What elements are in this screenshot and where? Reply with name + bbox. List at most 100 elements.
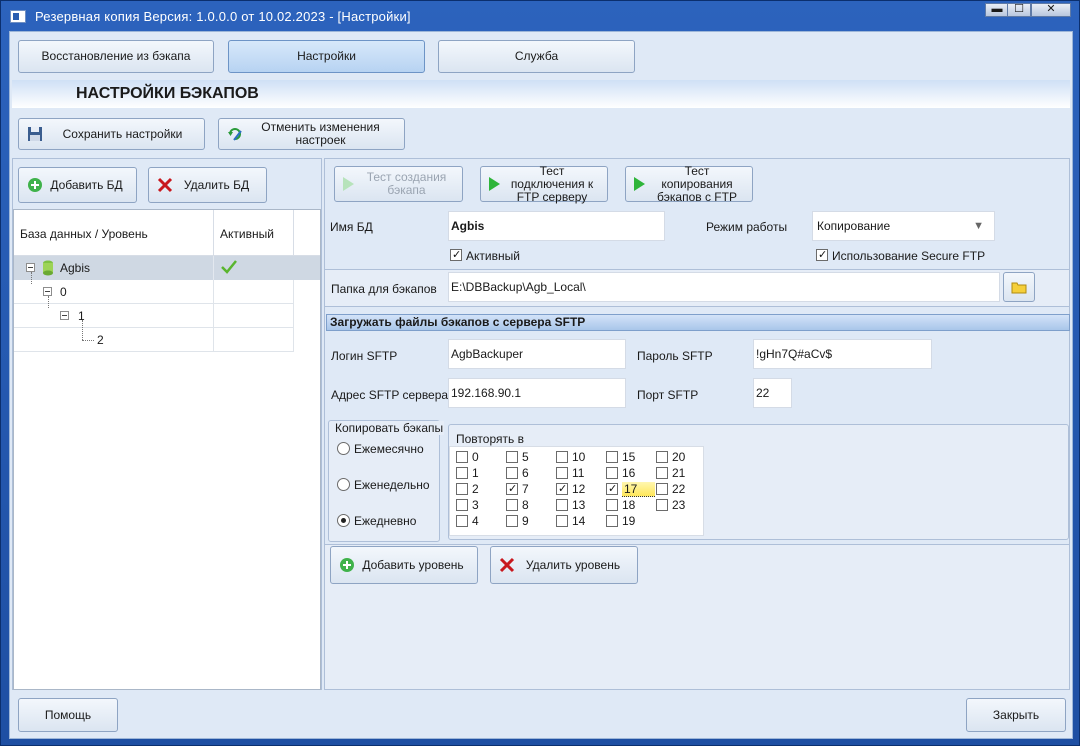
hour-label-0: 0	[472, 450, 479, 464]
hour-checkbox-2[interactable]	[456, 483, 468, 495]
sftp-login-input[interactable]: AgbBackuper	[448, 339, 626, 369]
hour-checkbox-5[interactable]	[506, 451, 518, 463]
hour-checkbox-12[interactable]	[556, 483, 568, 495]
help-button[interactable]: Помощь	[18, 698, 118, 732]
tab-restore[interactable]: Восстановление из бэкапа	[18, 40, 214, 73]
hour-checkbox-8[interactable]	[506, 499, 518, 511]
hour-checkbox-18[interactable]	[606, 499, 618, 511]
hour-label-11: 11	[572, 466, 585, 480]
db-name-input[interactable]: Agbis	[448, 211, 665, 241]
save-settings-button[interactable]: Сохранить настройки	[18, 118, 205, 150]
add-level-button[interactable]: Добавить уровень	[330, 546, 478, 584]
hour-checkbox-20[interactable]	[656, 451, 668, 463]
hour-label-10: 10	[572, 450, 586, 464]
hour-checkbox-16[interactable]	[606, 467, 618, 479]
delete-level-button[interactable]: Удалить уровень	[490, 546, 638, 584]
tree-row-level-0[interactable]: 0	[14, 272, 214, 304]
hour-checkbox-3[interactable]	[456, 499, 468, 511]
tree-row-agbis[interactable]: Agbis	[14, 256, 320, 280]
radio-daily[interactable]	[337, 514, 350, 527]
footer	[12, 692, 1070, 736]
hour-label-13: 13	[572, 498, 586, 512]
hour-checkbox-4[interactable]	[456, 515, 468, 527]
active-cell	[214, 304, 294, 328]
maximize-button[interactable]: ☐	[1007, 3, 1031, 17]
cancel-changes-button[interactable]: Отменить изменения настроек	[218, 118, 405, 150]
hour-checkbox-22[interactable]	[656, 483, 668, 495]
sftp-address-input[interactable]: 192.168.90.1	[448, 378, 626, 408]
tree-label-level-0: 0	[60, 285, 67, 299]
mode-label: Режим работы	[706, 220, 788, 234]
window-title: Резервная копия Версия: 1.0.0.0 от 10.02…	[35, 9, 411, 24]
test-ftp-connect-button[interactable]: Тест подключения к FTP серверу	[480, 164, 608, 203]
hour-label-20: 20	[672, 450, 686, 464]
collapse-toggle[interactable]	[60, 311, 69, 320]
tab-settings[interactable]: Настройки	[228, 40, 425, 73]
close-window-button[interactable]: ✕	[1031, 3, 1071, 17]
db-name-label: Имя БД	[330, 220, 373, 234]
hour-label-14: 14	[572, 514, 586, 528]
folder-icon	[1011, 282, 1027, 294]
secure-ftp-label: Использование Secure FTP	[832, 249, 986, 263]
test-create-backup-button[interactable]: Тест создания бэкапа	[334, 166, 463, 202]
hour-label-5: 5	[522, 450, 529, 464]
hour-checkbox-10[interactable]	[556, 451, 568, 463]
hour-checkbox-1[interactable]	[456, 467, 468, 479]
hour-label-12: 12	[572, 482, 586, 496]
repeat-label: Повторять в	[456, 432, 524, 446]
delete-db-button[interactable]: Удалить БД	[148, 167, 267, 203]
hour-checkbox-7[interactable]	[506, 483, 518, 495]
hour-label-9: 9	[522, 514, 529, 528]
play-icon	[489, 177, 500, 191]
col-active-header: Активный	[220, 227, 274, 241]
hour-checkbox-0[interactable]	[456, 451, 468, 463]
close-button[interactable]: Закрыть	[966, 698, 1066, 732]
folder-input[interactable]: E:\DBBackup\Agb_Local\	[448, 272, 1000, 302]
hour-checkbox-23[interactable]	[656, 499, 668, 511]
tab-service[interactable]: Служба	[438, 40, 635, 73]
hour-label-1: 1	[472, 466, 479, 480]
radio-monthly-label: Ежемесячно	[354, 442, 424, 456]
collapse-toggle[interactable]	[43, 287, 52, 296]
sftp-password-input[interactable]: !gHn7Q#aCv$	[753, 339, 932, 369]
play-icon	[343, 177, 354, 191]
hour-checkbox-17[interactable]	[606, 483, 618, 495]
minimize-button[interactable]: ▬	[985, 3, 1009, 17]
hour-checkbox-15[interactable]	[606, 451, 618, 463]
add-db-label: Добавить БД	[50, 177, 123, 192]
hour-checkbox-9[interactable]	[506, 515, 518, 527]
page-title: НАСТРОЙКИ БЭКАПОВ	[12, 80, 1070, 108]
hour-label-17: 17	[622, 482, 656, 497]
sftp-port-input[interactable]: 22	[753, 378, 792, 408]
test-ftp-copy-button[interactable]: Тест копирования бэкапов с FTP	[625, 164, 753, 203]
radio-weekly[interactable]	[337, 478, 350, 491]
red-x-icon	[499, 557, 515, 573]
db-tree-grid: База данных / Уровень Активный Agbis 0 1…	[13, 209, 321, 690]
hour-checkbox-11[interactable]	[556, 467, 568, 479]
tree-row-level-2[interactable]: 2	[14, 320, 214, 352]
hour-checkbox-19[interactable]	[606, 515, 618, 527]
plus-circle-icon	[340, 558, 354, 572]
save-settings-label: Сохранить настройки	[62, 126, 183, 141]
hour-label-4: 4	[472, 514, 479, 528]
client-area: Восстановление из бэкапа Настройки Служб…	[9, 31, 1073, 739]
col-db-header: База данных / Уровень	[20, 227, 148, 241]
hour-checkbox-14[interactable]	[556, 515, 568, 527]
active-checkbox[interactable]	[450, 249, 462, 261]
undo-arrow-icon	[228, 128, 242, 141]
add-level-label: Добавить уровень	[362, 557, 464, 572]
radio-monthly[interactable]	[337, 442, 350, 455]
secure-ftp-checkbox[interactable]	[816, 249, 828, 261]
hour-label-21: 21	[672, 466, 686, 480]
browse-folder-button[interactable]	[1003, 272, 1035, 302]
collapse-toggle[interactable]	[26, 263, 35, 272]
add-db-button[interactable]: Добавить БД	[18, 167, 137, 203]
hour-checkbox-13[interactable]	[556, 499, 568, 511]
tree-row-level-1[interactable]: 1	[14, 296, 214, 328]
active-cell	[214, 328, 294, 352]
hour-label-7: 7	[522, 482, 529, 496]
hour-checkbox-6[interactable]	[506, 467, 518, 479]
left-panel: Добавить БД Удалить БД База данных / Уро…	[12, 158, 322, 690]
hour-checkbox-21[interactable]	[656, 467, 668, 479]
mode-select[interactable]: Копирование ▼	[812, 211, 995, 241]
